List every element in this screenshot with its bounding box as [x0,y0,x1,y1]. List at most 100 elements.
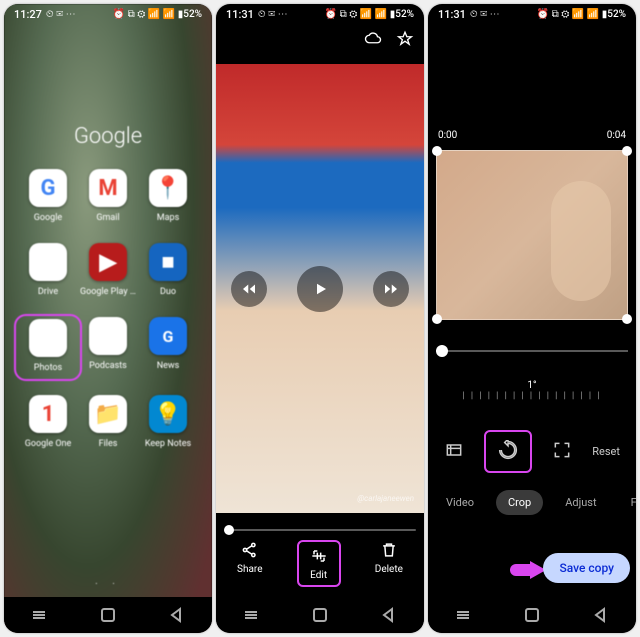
photos-icon: ✿ [29,319,67,357]
app-label: Google [34,213,62,223]
home-screen: Google G Google M Gmail 📍 Maps ◢ Drive ▶… [4,4,212,633]
status-time: 11:27 [14,8,42,21]
nav-recent-icon[interactable] [454,606,472,624]
phone-player: 11:31 ⏲ ✉ ⋯ ⏰ ⧉ ⚙ 📶 📶 ▮52% @carlajaneewe… [216,4,424,633]
tab-video[interactable]: Video [434,490,486,515]
files-icon: 📁 [89,395,127,433]
app-label: Podcasts [89,361,127,371]
app-label: Keep Notes [145,439,191,449]
ruler-value: 1° [428,380,636,391]
crop-handle-tl[interactable] [432,146,442,156]
app-label: Gmail [96,213,119,223]
crop-handle-bl[interactable] [432,314,442,324]
nav-bar [428,597,636,633]
nav-recent-icon[interactable] [30,606,48,624]
status-left-icons: ⏲ ✉ ⋯ [46,9,76,20]
play-movies-icon: ▶ [89,243,127,281]
phone-editor: 11:31 ⏲ ✉ ⋯ ⏰ ⧉ ⚙ 📶 📶 ▮52% 0:00 0:04 1° … [428,4,636,633]
app-google-one[interactable]: 1 Google One [20,395,76,449]
app-label: News [157,361,180,371]
play-timeline[interactable] [436,350,628,352]
star-icon[interactable] [396,30,414,51]
crop-handle-br[interactable] [622,314,632,324]
status-left-icons: ⏲ ✉ ⋯ [258,9,288,20]
google-one-icon: 1 [29,395,67,433]
app-duo[interactable]: ■ Duo [140,243,196,297]
aspect-icon[interactable] [444,440,464,463]
app-label: Google Play Mo... [80,287,136,297]
app-label: Photos [34,363,62,373]
app-keep-notes[interactable]: 💡 Keep Notes [140,395,196,449]
bottom-actions: Share Edit Delete [216,530,424,597]
ruler-ticks: | | | | | | | | | | | | | | | | | [428,391,636,401]
forward-button[interactable] [373,271,409,307]
app-play-movies[interactable]: ▶ Google Play Mo... [80,243,136,297]
app-podcasts[interactable]: ⋮⋮ Podcasts [80,317,136,375]
share-button[interactable]: Share [237,540,262,587]
app-grid: G Google M Gmail 📍 Maps ◢ Drive ▶ Google… [14,169,202,449]
nav-bar [4,597,212,633]
nav-bar [216,597,424,633]
watermark: @carlajaneewen [357,494,414,503]
status-bar: 11:31 ⏲ ✉ ⋯ ⏰ ⧉ ⚙ 📶 📶 ▮52% [216,4,424,25]
highlight-photos: ✿ Photos [14,314,82,381]
keep-icon: 💡 [149,395,187,433]
app-drive[interactable]: ◢ Drive [20,243,76,297]
app-files[interactable]: 📁 Files [80,395,136,449]
rewind-button[interactable] [231,271,267,307]
video-subject [551,181,611,301]
pager-dots: . . [4,576,212,587]
cloud-icon[interactable] [364,30,382,51]
reset-button[interactable]: Reset [592,445,620,458]
video-preview[interactable] [216,64,424,513]
edit-label: Edit [310,570,327,581]
nav-back-icon[interactable] [168,606,186,624]
status-right-icons: ⏰ ⧉ ⚙ 📶 📶 ▮52% [537,9,626,20]
tab-row: Video Crop Adjust Fil [428,490,636,515]
app-label: Files [99,439,118,449]
player-top-actions [364,30,414,51]
status-time: 11:31 [226,8,254,21]
nav-home-icon[interactable] [99,606,117,624]
nav-back-icon[interactable] [380,606,398,624]
app-gmail[interactable]: M Gmail [80,169,136,223]
status-right-icons: ⏰ ⧉ ⚙ 📶 📶 ▮52% [325,9,414,20]
nav-home-icon[interactable] [523,606,541,624]
crop-handle-tr[interactable] [622,146,632,156]
nav-back-icon[interactable] [592,606,610,624]
status-right-icons: ⏰ ⧉ ⚙ 📶 📶 ▮52% [113,9,202,20]
app-label: Maps [157,213,179,223]
crop-tool-row: Reset [428,430,636,473]
delete-label: Delete [375,564,403,575]
crop-editor: 0:00 0:04 1° | | | | | | | | | | | | | |… [428,30,636,597]
nav-home-icon[interactable] [311,606,329,624]
app-photos[interactable]: ✿ Photos [22,319,74,373]
status-bar: 11:31 ⏲ ✉ ⋯ ⏰ ⧉ ⚙ 📶 📶 ▮52% [428,4,636,25]
time-row: 0:00 0:04 [428,130,636,141]
delete-button[interactable]: Delete [375,540,403,587]
nav-recent-icon[interactable] [242,606,260,624]
duo-icon: ■ [149,243,187,281]
status-time: 11:31 [438,8,466,21]
app-maps[interactable]: 📍 Maps [140,169,196,223]
maps-icon: 📍 [149,169,187,207]
gmail-icon: M [89,169,127,207]
play-button[interactable] [297,266,343,312]
crop-frame[interactable] [436,150,628,320]
app-news[interactable]: G News [140,317,196,375]
tab-adjust[interactable]: Adjust [553,490,608,515]
straighten-ruler[interactable]: 1° | | | | | | | | | | | | | | | | | [428,380,636,401]
status-bar: 11:27 ⏲ ✉ ⋯ ⏰ ⧉ ⚙ 📶 📶 ▮52% [4,4,212,25]
drive-icon: ◢ [29,243,67,281]
google-icon: G [29,169,67,207]
edit-button[interactable]: Edit [297,540,341,587]
tab-crop[interactable]: Crop [496,490,543,515]
rotate-icon[interactable] [484,430,532,473]
app-google[interactable]: G Google [20,169,76,223]
save-copy-button[interactable]: Save copy [543,553,630,583]
tab-filters[interactable]: Fil [619,490,636,515]
expand-icon[interactable] [552,440,572,463]
share-label: Share [237,564,262,575]
folder-title: Google [14,124,202,149]
app-label: Google One [25,439,72,449]
